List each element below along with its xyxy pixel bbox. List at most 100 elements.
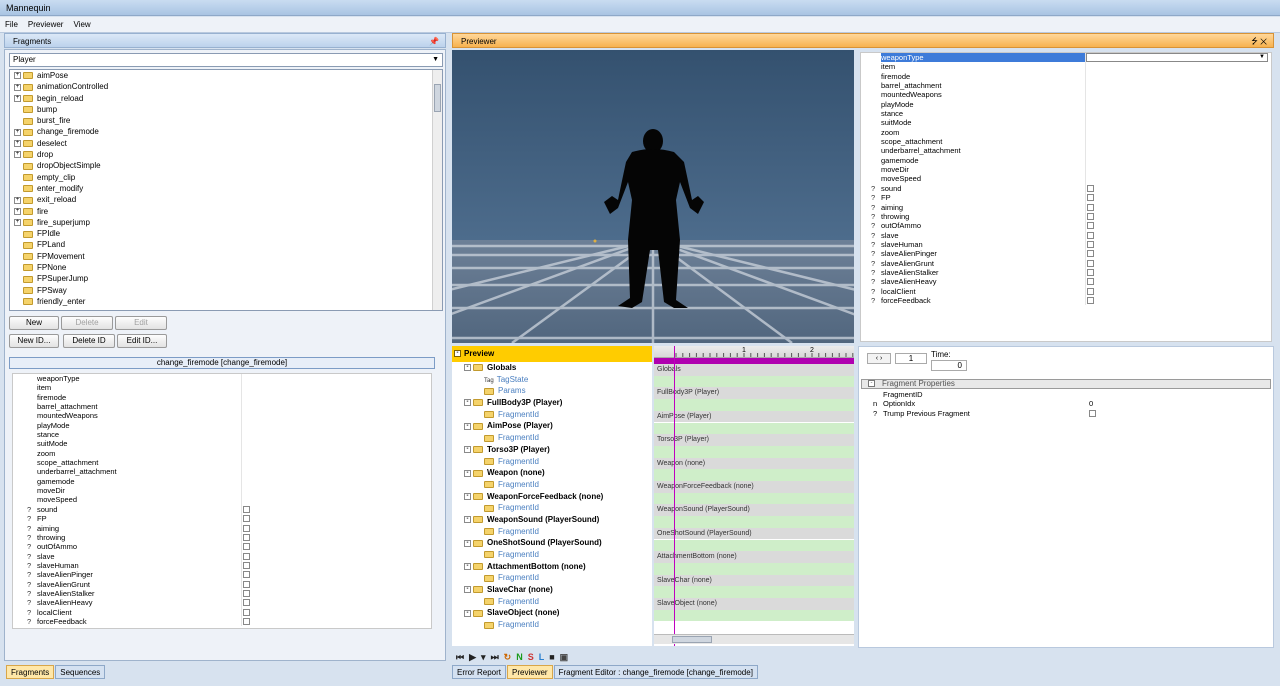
- fragment-properties-header[interactable]: - Fragment Properties: [861, 379, 1271, 389]
- preview-tree-row[interactable]: - WeaponSound (PlayerSound): [452, 514, 652, 526]
- property-row[interactable]: ? throwing: [861, 211, 1271, 222]
- tree-scrollbar[interactable]: [432, 70, 442, 310]
- property-checkbox[interactable]: [1087, 296, 1094, 304]
- tree-item[interactable]: + animationControlled: [10, 81, 442, 92]
- property-row[interactable]: ? outOfAmmo: [861, 221, 1271, 231]
- tab-previewer[interactable]: Previewer: [507, 665, 553, 679]
- preview-tree-row[interactable]: - SlaveObject (none): [452, 607, 652, 619]
- property-checkbox[interactable]: [243, 599, 250, 607]
- property-row[interactable]: item: [13, 383, 431, 393]
- preview-tree-row[interactable]: - Torso3P (Player): [452, 444, 652, 456]
- loop-icon[interactable]: ↻: [504, 652, 512, 662]
- property-checkbox[interactable]: [243, 543, 250, 551]
- delete-id-button[interactable]: Delete ID: [63, 334, 115, 348]
- preview-tree-row[interactable]: - Weapon (none): [452, 467, 652, 479]
- track-header[interactable]: SlaveChar (none): [654, 574, 854, 587]
- tree-item[interactable]: + exit_reload: [10, 194, 442, 205]
- property-row[interactable]: suitMode: [13, 439, 431, 449]
- tree-item[interactable]: + fire: [10, 206, 442, 217]
- property-row[interactable]: barrel_attachment: [13, 402, 431, 412]
- preview-tree-row[interactable]: - SlaveChar (none): [452, 584, 652, 596]
- track-header[interactable]: Torso3P (Player): [654, 434, 854, 446]
- tree-item[interactable]: FPLand: [10, 239, 442, 250]
- timeline-scrollbar[interactable]: [654, 634, 854, 644]
- track-header[interactable]: OneShotSound (PlayerSound): [654, 527, 854, 540]
- property-row[interactable]: stance: [861, 109, 1271, 119]
- timeline-ruler[interactable]: 1 2: [654, 346, 854, 358]
- property-checkbox[interactable]: [1087, 203, 1094, 211]
- expand-icon[interactable]: +: [14, 219, 21, 227]
- collapse-icon[interactable]: -: [464, 422, 471, 430]
- property-row[interactable]: zoom: [13, 448, 431, 459]
- new-id-button[interactable]: New ID...: [9, 334, 59, 348]
- property-row[interactable]: ? throwing: [13, 532, 431, 543]
- menu-item-view[interactable]: View: [68, 17, 95, 33]
- property-row[interactable]: ? slaveAlienGrunt: [861, 258, 1271, 268]
- scroll-thumb[interactable]: [434, 84, 441, 112]
- property-row[interactable]: ? aiming: [13, 523, 431, 533]
- collapse-icon[interactable]: -: [464, 469, 471, 477]
- tree-item[interactable]: friendly_enter: [10, 296, 442, 307]
- track-header[interactable]: WeaponSound (PlayerSound): [654, 504, 854, 517]
- timeline[interactable]: 1 2 Globals FullBody3P (Player) AimPose (P…: [654, 346, 854, 646]
- collapse-icon[interactable]: -: [464, 539, 471, 547]
- property-row[interactable]: ? slaveAlienHeavy: [13, 598, 431, 608]
- preview-tree-row[interactable]: FragmentId: [452, 409, 652, 421]
- property-checkbox[interactable]: [243, 589, 250, 597]
- collapse-icon[interactable]: -: [464, 609, 471, 617]
- track-header[interactable]: Globals: [654, 364, 854, 376]
- track-header[interactable]: Weapon (none): [654, 457, 854, 470]
- property-row[interactable]: ? outOfAmmo: [13, 542, 431, 552]
- s-icon[interactable]: S: [528, 652, 534, 662]
- property-row[interactable]: gamemode: [13, 476, 431, 487]
- collapse-icon[interactable]: -: [464, 446, 471, 454]
- track-header[interactable]: SlaveObject (none): [654, 598, 854, 610]
- property-checkbox[interactable]: [243, 552, 250, 560]
- tree-item[interactable]: FPNone: [10, 262, 442, 273]
- preview-tree-row[interactable]: - Globals: [452, 362, 652, 374]
- preview-tree-row[interactable]: FragmentId: [452, 432, 652, 444]
- track-lane[interactable]: [654, 562, 854, 575]
- track-lane[interactable]: [654, 609, 854, 622]
- property-checkbox[interactable]: [243, 505, 250, 513]
- property-row[interactable]: ? sound: [861, 183, 1271, 194]
- property-row[interactable]: ? slaveHuman: [861, 239, 1271, 250]
- expand-icon[interactable]: +: [14, 207, 21, 215]
- property-row[interactable]: gamemode: [861, 155, 1271, 166]
- time-field[interactable]: 0: [931, 360, 967, 371]
- track-header[interactable]: AimPose (Player): [654, 410, 854, 423]
- edit-button[interactable]: Edit: [115, 316, 167, 330]
- track-header[interactable]: AttachmentBottom (none): [654, 551, 854, 563]
- tab-error-report[interactable]: Error Report: [452, 665, 507, 679]
- preview-tree-row[interactable]: FragmentId: [452, 526, 652, 538]
- property-checkbox[interactable]: [243, 608, 250, 616]
- track-lane[interactable]: [654, 445, 854, 458]
- collapse-icon[interactable]: -: [868, 380, 875, 387]
- tree-item[interactable]: FPSuperJump: [10, 273, 442, 284]
- fragment-property-row[interactable]: FragmentID: [861, 390, 1271, 399]
- track-header[interactable]: FullBody3P (Player): [654, 387, 854, 400]
- preview-tree-row[interactable]: FragmentId: [452, 456, 652, 468]
- tree-item[interactable]: empty_clip: [10, 172, 442, 183]
- expand-icon[interactable]: +: [14, 151, 21, 159]
- property-row[interactable]: ? FP: [861, 193, 1271, 203]
- preview-tree-row[interactable]: - FullBody3P (Player): [452, 397, 652, 409]
- property-row[interactable]: moveSpeed: [13, 495, 431, 505]
- tab-fragment-editor[interactable]: Fragment Editor : change_firemode [chang…: [553, 665, 758, 679]
- property-row[interactable]: scope_attachment: [13, 458, 431, 468]
- track-lane[interactable]: [654, 399, 854, 411]
- property-row[interactable]: ? slave: [13, 551, 431, 561]
- skip-back-icon[interactable]: ⏮: [456, 652, 464, 662]
- track-lane[interactable]: [654, 539, 854, 552]
- property-row[interactable]: ? localClient: [13, 607, 431, 617]
- collapse-icon[interactable]: -: [464, 399, 471, 407]
- property-row[interactable]: ? slaveAlienGrunt: [13, 579, 431, 589]
- property-checkbox[interactable]: [1087, 259, 1094, 267]
- skip-forward-icon[interactable]: ⏭: [491, 652, 499, 662]
- tree-item[interactable]: FPIdle: [10, 228, 442, 239]
- 3d-viewport[interactable]: [452, 50, 854, 343]
- preview-tree-row[interactable]: FragmentId: [452, 596, 652, 608]
- tab-sequences[interactable]: Sequences: [55, 665, 106, 679]
- property-row[interactable]: ? aiming: [861, 202, 1271, 212]
- preview-tree-row[interactable]: FragmentId: [452, 502, 652, 514]
